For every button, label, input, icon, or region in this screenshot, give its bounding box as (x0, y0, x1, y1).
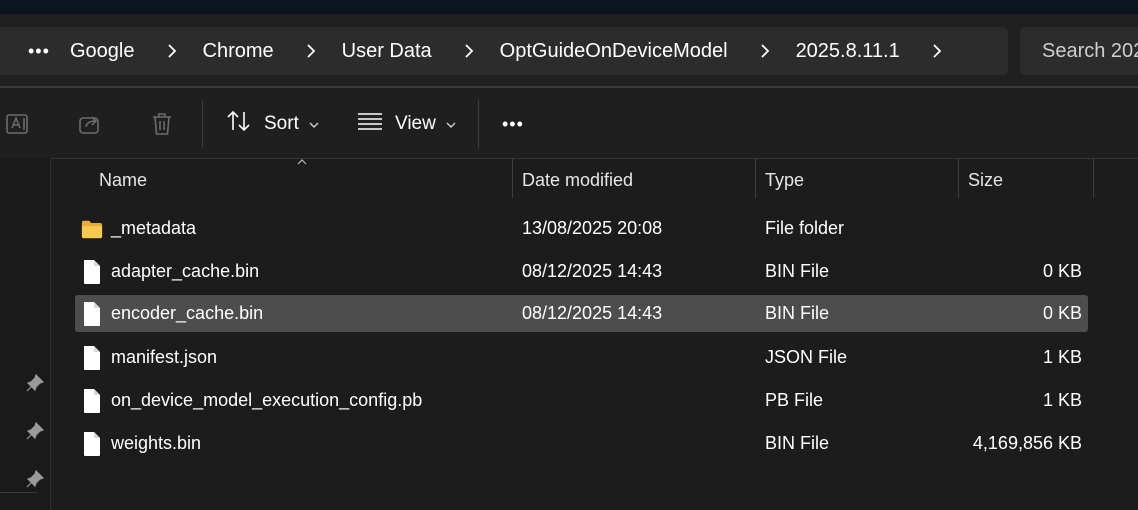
sort-button[interactable]: Sort (226, 102, 319, 146)
title-strip (0, 0, 1138, 14)
column-header-size[interactable]: Size (968, 158, 1003, 206)
share-icon[interactable] (76, 110, 104, 138)
breadcrumb-overflow-button[interactable]: ••• (28, 27, 70, 75)
column-header-row: Name Date modified Type Size (51, 158, 1138, 206)
file-size: 1 KB (1042, 347, 1082, 367)
file-size: 0 KB (1042, 303, 1082, 323)
delete-icon[interactable] (148, 110, 176, 138)
file-row[interactable]: adapter_cache.bin 08/12/2025 14:43 BIN F… (75, 253, 1088, 290)
breadcrumb-item-version[interactable]: 2025.8.11.1 (796, 27, 900, 75)
file-date: 08/12/2025 14:43 (522, 261, 663, 281)
toolbar-divider (202, 100, 203, 148)
file-type: BIN File (765, 433, 830, 453)
breadcrumb-item-google[interactable]: Google (70, 27, 135, 75)
file-name: encoder_cache.bin (111, 303, 264, 323)
file-name: _metadata (111, 218, 197, 238)
breadcrumb-item-chrome[interactable]: Chrome (203, 27, 274, 75)
pin-icon[interactable] (26, 374, 44, 392)
file-type: PB File (765, 390, 824, 410)
file-row[interactable]: _metadata 13/08/2025 20:08 File folder (75, 210, 1088, 247)
more-options-button[interactable]: ••• (502, 102, 524, 146)
nav-divider (0, 492, 37, 493)
column-header-name[interactable]: Name (99, 158, 147, 206)
rename-icon[interactable] (4, 110, 32, 138)
chevron-down-icon (299, 113, 319, 135)
column-header-type[interactable]: Type (765, 158, 804, 206)
file-date: 08/12/2025 14:43 (522, 303, 663, 323)
file-type: BIN File (765, 303, 830, 323)
breadcrumb-item-optguide[interactable]: OptGuideOnDeviceModel (500, 27, 728, 75)
file-name: weights.bin (111, 433, 202, 453)
column-divider[interactable] (755, 158, 756, 198)
view-button[interactable]: View (357, 102, 456, 146)
file-type: BIN File (765, 261, 830, 281)
pin-icon[interactable] (26, 470, 44, 488)
folder-icon (81, 220, 103, 239)
navigation-pane (0, 158, 51, 510)
file-row-selected[interactable]: encoder_cache.bin 08/12/2025 14:43 BIN F… (75, 295, 1088, 332)
file-row[interactable]: manifest.json JSON File 1 KB (75, 339, 1088, 376)
file-type: JSON File (765, 347, 848, 367)
column-divider[interactable] (1093, 158, 1094, 198)
chevron-down-icon (436, 113, 456, 135)
file-row[interactable]: weights.bin BIN File 4,169,856 KB (75, 425, 1088, 462)
file-name: manifest.json (111, 347, 218, 367)
file-size: 1 KB (1042, 390, 1082, 410)
chevron-right-icon[interactable] (462, 27, 476, 75)
pin-icon[interactable] (26, 422, 44, 440)
sort-icon (226, 109, 252, 139)
file-icon (84, 432, 100, 456)
chevron-right-icon[interactable] (304, 27, 318, 75)
file-name: adapter_cache.bin (111, 261, 260, 281)
view-list-icon (357, 111, 383, 137)
column-divider[interactable] (958, 158, 959, 198)
chevron-right-icon[interactable] (165, 27, 179, 75)
breadcrumb-item-user-data[interactable]: User Data (342, 27, 432, 75)
column-header-date[interactable]: Date modified (522, 158, 633, 206)
file-name: on_device_model_execution_config.pb (111, 390, 423, 410)
file-type: File folder (765, 218, 845, 238)
file-icon (84, 346, 100, 370)
view-label: View (395, 113, 436, 134)
file-row[interactable]: on_device_model_execution_config.pb PB F… (75, 382, 1088, 419)
sort-ascending-icon (297, 159, 307, 165)
file-size: 0 KB (1042, 261, 1082, 281)
file-size: 4,169,856 KB (972, 433, 1082, 453)
file-icon (84, 389, 100, 413)
column-divider[interactable] (512, 158, 513, 198)
file-icon (84, 260, 100, 284)
file-date: 13/08/2025 20:08 (522, 218, 663, 238)
toolbar-divider (478, 100, 479, 148)
file-icon (84, 302, 100, 326)
file-size (932, 210, 1082, 247)
search-input[interactable]: Search 202 (1020, 27, 1138, 75)
address-bar[interactable]: ••• Google Chrome User Data OptGuideOnDe… (0, 27, 1008, 75)
chevron-right-icon[interactable] (930, 27, 944, 75)
sort-label: Sort (264, 113, 299, 134)
command-bar: Sort View ••• (0, 88, 1138, 159)
chevron-right-icon[interactable] (758, 27, 772, 75)
